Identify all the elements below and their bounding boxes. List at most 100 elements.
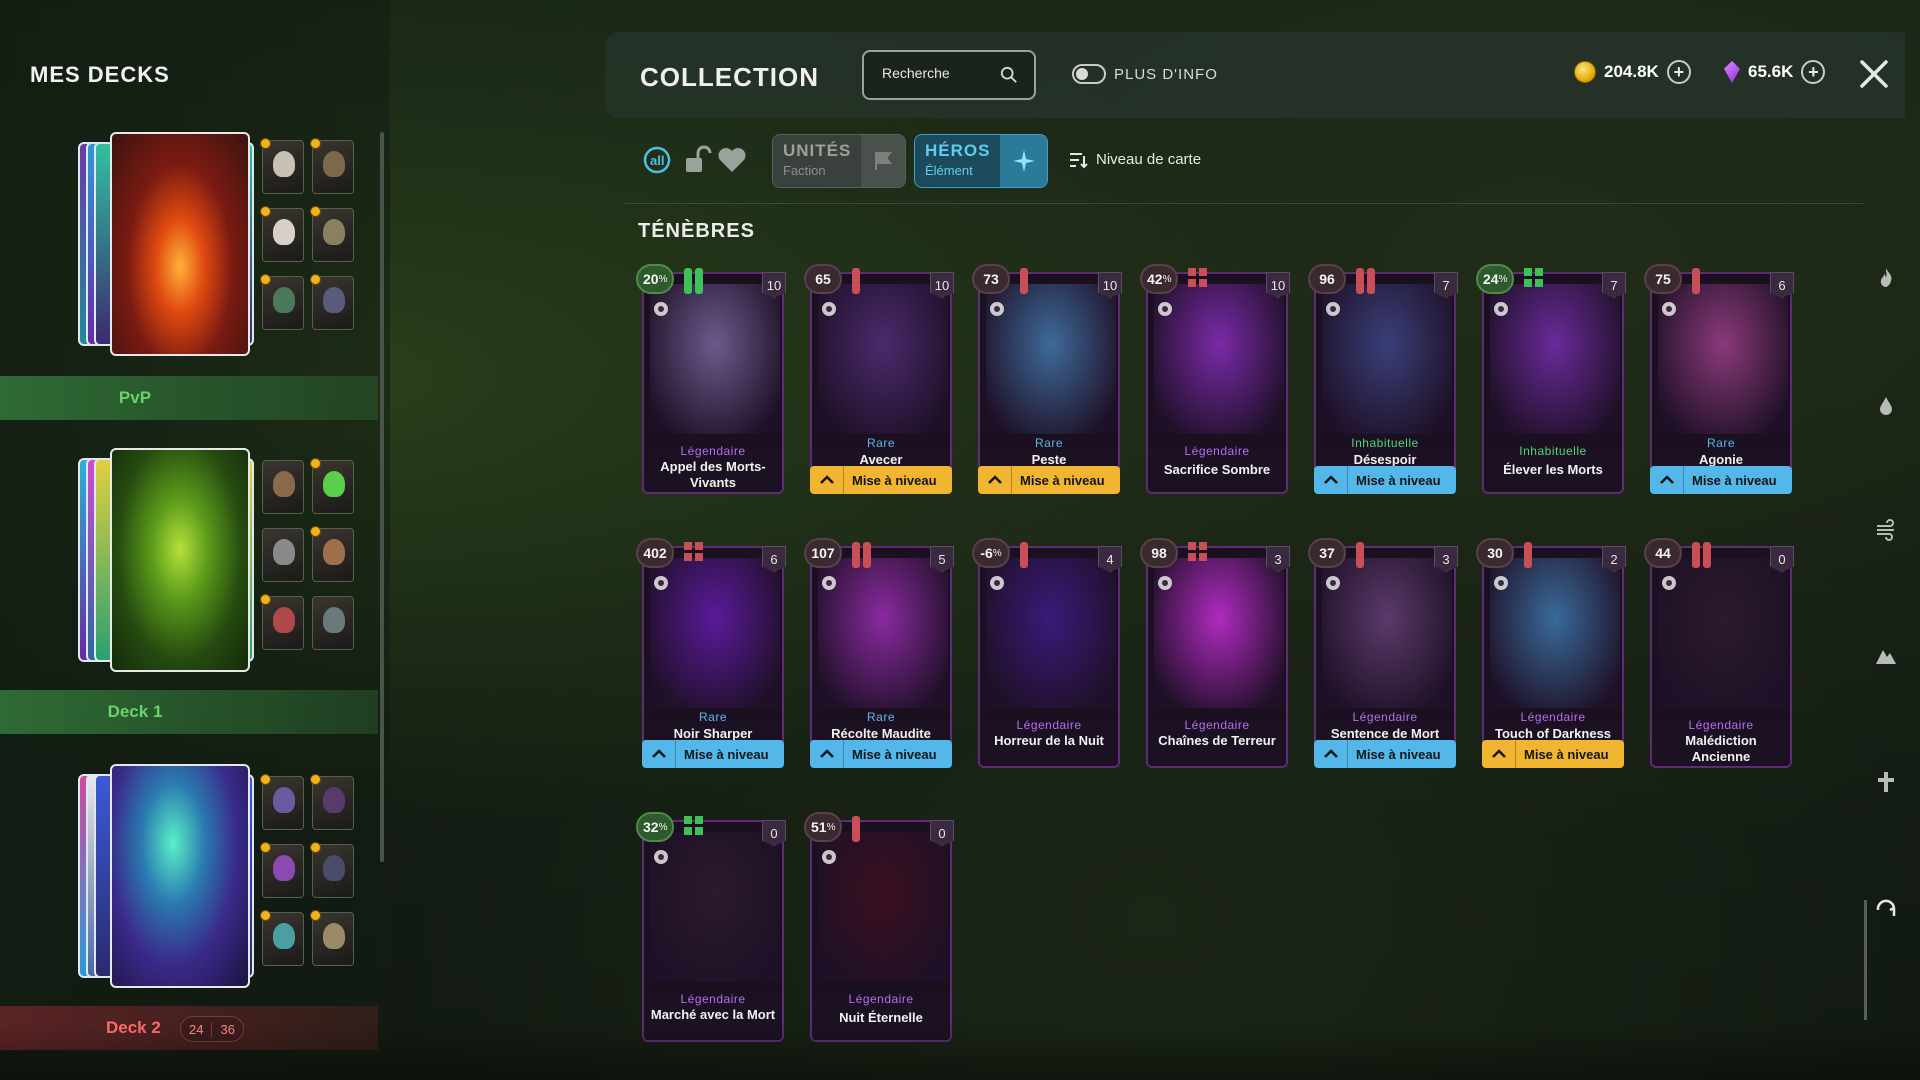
hero-card[interactable]: Rare Noir Sharper 402 6 Mise à niveau: [636, 538, 786, 768]
search-input[interactable]: [882, 65, 992, 81]
card-namebox: Légendaire Horreur de la Nuit: [980, 708, 1118, 766]
earth-icon[interactable]: [1874, 644, 1898, 668]
units-sublabel: Faction: [783, 163, 826, 178]
hero-card[interactable]: Légendaire Touch of Darkness 30 2 Mise à niv…: [1476, 538, 1626, 768]
spectral-art: [110, 764, 250, 988]
add-gems-button[interactable]: +: [1801, 60, 1826, 84]
card-name: Marché avec la Mort: [650, 1007, 776, 1022]
upgrade-label: Mise à niveau: [1020, 472, 1105, 488]
hero-card[interactable]: Légendaire Horreur de la Nuit -6% 4: [972, 538, 1122, 768]
more-info-toggle[interactable]: [1072, 64, 1106, 84]
card-level-badge: 44: [1644, 538, 1682, 568]
chevron-up-icon: [1314, 740, 1348, 768]
card-copies-indicator: [1524, 542, 1535, 573]
chevron-up-icon: [1482, 740, 1516, 768]
unlock-filter-icon[interactable]: [680, 144, 712, 176]
gold-coin-icon: [1574, 61, 1596, 83]
card-rarity: Légendaire: [680, 992, 746, 1006]
hero-portrait: [260, 206, 304, 262]
holy-icon[interactable]: [1874, 770, 1898, 794]
upgrade-label: Mise à niveau: [684, 746, 769, 762]
card-copies-indicator: [684, 268, 706, 299]
card-copies-indicator: [1020, 268, 1031, 299]
hero-card[interactable]: Légendaire Marché avec la Mort 32% 0: [636, 812, 786, 1042]
water-icon[interactable]: [1874, 394, 1898, 418]
upgrade-button[interactable]: Mise à niveau: [978, 466, 1120, 494]
chevron-up-icon: [810, 740, 844, 768]
all-cards-filter-icon[interactable]: all: [642, 144, 674, 176]
hero-card[interactable]: Rare Avecer 65 10 Mise à niveau: [804, 264, 954, 494]
heroes-element-filter[interactable]: HÉROS Élément: [914, 134, 1048, 188]
decks-scrollbar[interactable]: [380, 132, 384, 862]
dark-icon[interactable]: [1874, 896, 1898, 920]
upgrade-button[interactable]: Mise à niveau: [1482, 740, 1624, 768]
hero-card[interactable]: Légendaire Sacrifice Sombre 42% 10: [1140, 264, 1290, 494]
collection-title: COLLECTION: [640, 62, 819, 92]
card-rarity: Rare: [698, 710, 727, 724]
card-rarity: Rare: [1034, 436, 1063, 450]
gold-amount: 204.8K: [1604, 62, 1659, 81]
card-namebox: Légendaire Malédiction Ancienne: [1652, 708, 1790, 766]
upgrade-button[interactable]: Mise à niveau: [810, 466, 952, 494]
more-info-label: PLUS D'INFO: [1114, 66, 1218, 83]
chevron-up-icon: [642, 740, 676, 768]
hero-card[interactable]: Rare Agonie 75 6 Mise à niveau: [1644, 264, 1794, 494]
card-ability-icon: [652, 574, 670, 597]
gem-currency: 65.6K +: [1724, 60, 1826, 84]
card-cost-badge: 3: [1266, 546, 1290, 572]
card-rarity: Légendaire: [680, 444, 746, 458]
card-namebox: Légendaire Sacrifice Sombre: [1148, 434, 1286, 492]
chevron-up-icon: [810, 466, 844, 494]
card-copies-indicator: [1188, 542, 1207, 561]
card-rarity: Légendaire: [1016, 718, 1082, 732]
heroes-sublabel: Élément: [925, 163, 973, 178]
hero-card[interactable]: Inhabituelle Élever les Morts 24% 7: [1476, 264, 1626, 494]
hero-card[interactable]: Légendaire Sentence de Mort 37 3 Mise à nive…: [1308, 538, 1458, 768]
hero-card[interactable]: Légendaire Appel des Morts-Vivants 20% 10: [636, 264, 786, 494]
card-copies-indicator: [1524, 268, 1543, 287]
upgrade-button[interactable]: Mise à niveau: [642, 740, 784, 768]
card-name: Chaînes de Terreur: [1158, 733, 1276, 748]
card-rarity: Rare: [866, 436, 895, 450]
favorite-filter-icon[interactable]: [716, 144, 748, 176]
search-icon[interactable]: [1000, 66, 1018, 84]
rail-scrollbar[interactable]: [1864, 900, 1867, 1020]
card-rarity: Rare: [1706, 436, 1735, 450]
card-ability-icon: [1324, 300, 1342, 323]
card-namebox: Inhabituelle Élever les Morts: [1484, 434, 1622, 492]
search-field[interactable]: [862, 50, 1036, 100]
card-level-badge: 107: [804, 538, 842, 568]
card-cost-badge: 0: [1770, 546, 1794, 572]
upgrade-button[interactable]: Mise à niveau: [1314, 740, 1456, 768]
card-copies-indicator: [852, 542, 874, 573]
hero-card[interactable]: Rare Récolte Maudite 107 5 Mise à niveau: [804, 538, 954, 768]
hero-card[interactable]: Légendaire Nuit Éternelle 51% 0: [804, 812, 954, 1042]
upgrade-button[interactable]: Mise à niveau: [810, 740, 952, 768]
close-icon[interactable]: [1858, 58, 1890, 90]
hero-portrait: [260, 842, 304, 898]
hero-card[interactable]: Rare Peste 73 10 Mise à niveau: [972, 264, 1122, 494]
hero-portrait: [310, 138, 354, 194]
hero-card[interactable]: Légendaire Chaînes de Terreur 98 3: [1140, 538, 1290, 768]
sort-icon[interactable]: [1068, 150, 1088, 170]
sort-by-card-level[interactable]: Niveau de carte: [1096, 151, 1201, 168]
card-cost-badge: 10: [762, 272, 786, 298]
card-namebox: Légendaire Chaînes de Terreur: [1148, 708, 1286, 766]
card-cost-badge: 2: [1602, 546, 1626, 572]
wind-icon[interactable]: [1874, 518, 1898, 542]
hero-card[interactable]: Inhabituelle Désespoir 96 7 Mise à niveau: [1308, 264, 1458, 494]
card-cost-badge: 7: [1434, 272, 1458, 298]
deck-heroes: [260, 138, 354, 330]
card-ability-icon: [988, 300, 1006, 323]
card-level-badge: 73: [972, 264, 1010, 294]
add-gold-button[interactable]: +: [1666, 60, 1691, 84]
units-faction-filter[interactable]: UNITÉS Faction: [772, 134, 906, 188]
card-level-badge: 30: [1476, 538, 1514, 568]
hero-portrait: [260, 138, 304, 194]
upgrade-button[interactable]: Mise à niveau: [1650, 466, 1792, 494]
card-cost-badge: 0: [762, 820, 786, 846]
hero-card[interactable]: Légendaire Malédiction Ancienne 44 0: [1644, 538, 1794, 768]
fire-icon[interactable]: [1874, 266, 1898, 290]
card-rarity: Inhabituelle: [1351, 436, 1419, 450]
upgrade-button[interactable]: Mise à niveau: [1314, 466, 1456, 494]
